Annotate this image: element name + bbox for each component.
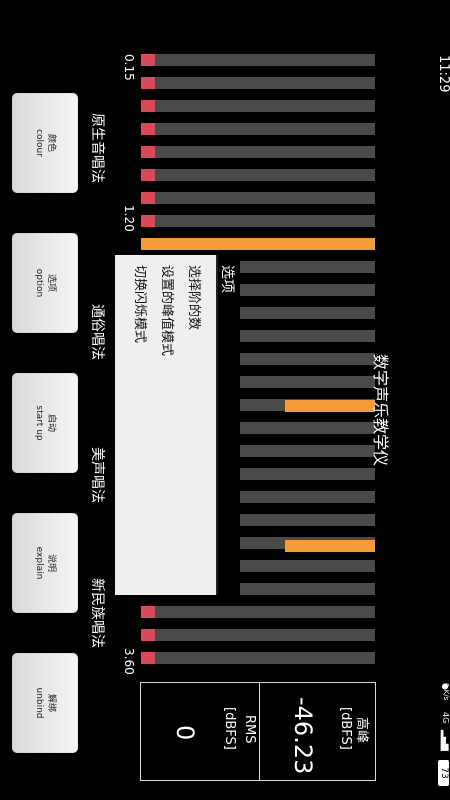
meter-segment xyxy=(141,192,155,204)
signal-icon: ▂▄▆ xyxy=(440,730,450,751)
meter-track xyxy=(141,215,375,227)
location-icon: ● xyxy=(441,683,450,690)
meter-track xyxy=(141,146,375,158)
colour-button[interactable]: 颜色 colour xyxy=(12,93,78,193)
unbind-button[interactable]: 解绑 unbind xyxy=(12,653,78,753)
meter-track xyxy=(141,606,375,618)
explain-button[interactable]: 说明 explain xyxy=(12,513,78,613)
meter-track xyxy=(141,54,375,66)
unbind-button-zh: 解绑 xyxy=(46,693,56,712)
menu-item-flash-mode[interactable]: 切换闪烁模式 xyxy=(132,265,151,343)
meter-segment xyxy=(141,54,155,66)
battery-icon: 73 xyxy=(438,760,449,786)
meter-segment xyxy=(141,652,155,664)
option-button[interactable]: 选项 option xyxy=(12,233,78,333)
network-label: 4G xyxy=(441,712,450,724)
menu-item-peak-mode[interactable]: 设置的峰值模式 xyxy=(159,265,178,356)
meter-orange-row xyxy=(141,238,375,250)
app-title: 数字声乐教学仪 xyxy=(371,354,390,467)
peak-readout: 高峰 [dBFS] -46.23 xyxy=(259,682,376,781)
style-label-pop: 通俗唱法 xyxy=(89,304,105,360)
unbind-button-en: unbind xyxy=(34,687,44,719)
meter-segment xyxy=(141,606,155,618)
option-button-en: option xyxy=(34,268,44,298)
style-label-bel-canto: 美声唱法 xyxy=(89,447,105,503)
meter-track xyxy=(141,100,375,112)
meter-segment xyxy=(141,77,155,89)
start-up-button[interactable]: 启动 start up xyxy=(12,373,78,473)
options-menu-side xyxy=(216,255,218,595)
peak-value: -46.23 xyxy=(289,697,317,775)
option-button-zh: 选项 xyxy=(46,273,56,292)
peak-unit: [dBFS] xyxy=(338,707,353,750)
app-screen: 11:29 73 ▂▄▆ 4G 0 K/s ● 0.15 1.20 3.60 原… xyxy=(0,0,450,800)
meter-orange-row xyxy=(285,400,375,412)
explain-button-zh: 说明 xyxy=(46,553,56,572)
colour-button-zh: 颜色 xyxy=(46,133,56,152)
explain-button-en: explain xyxy=(34,546,44,580)
options-menu-header xyxy=(218,255,240,595)
options-menu: 选项 选择阶的数 设置的峰值模式 切换闪烁模式 xyxy=(115,255,240,595)
meter-track xyxy=(141,629,375,641)
style-label-new-folk: 新民族唱法 xyxy=(89,578,105,648)
start-up-button-zh: 启动 xyxy=(46,413,56,432)
style-label-native: 原生音唱法 xyxy=(89,113,105,183)
options-menu-title: 选项 xyxy=(219,265,235,293)
meter-track xyxy=(141,77,375,89)
meter-segment xyxy=(141,146,155,158)
scale-bottom-value: 3.60 xyxy=(122,648,136,675)
scale-top-value: 0.15 xyxy=(122,54,136,81)
menu-item-select-steps[interactable]: 选择阶的数 xyxy=(186,265,205,330)
rms-label: RMS xyxy=(242,715,257,744)
meter-segment xyxy=(141,123,155,135)
meter-track xyxy=(141,123,375,135)
meter-track xyxy=(141,652,375,664)
rms-value: 0 xyxy=(171,725,199,741)
scale-mid-value: 1.20 xyxy=(122,205,136,232)
rms-unit: [dBFS] xyxy=(222,707,237,750)
meter-track xyxy=(141,192,375,204)
status-bar: 11:29 73 ▂▄▆ 4G 0 K/s ● xyxy=(436,0,450,800)
meter-segment xyxy=(141,169,155,181)
rms-readout: RMS [dBFS] 0 xyxy=(140,682,260,781)
clock: 11:29 xyxy=(436,55,450,93)
meter-segment xyxy=(141,215,155,227)
colour-button-en: colour xyxy=(34,129,44,157)
meter-segment xyxy=(141,629,155,641)
start-up-button-en: start up xyxy=(34,405,44,441)
meter-segment xyxy=(141,100,155,112)
meter-track xyxy=(141,169,375,181)
meter-orange-row xyxy=(285,540,375,552)
peak-label: 高峰 xyxy=(354,717,369,744)
